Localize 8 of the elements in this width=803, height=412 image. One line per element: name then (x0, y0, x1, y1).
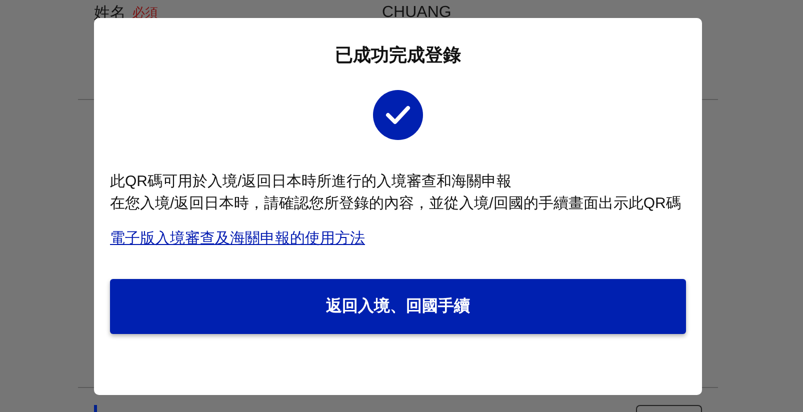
checkmark-icon (373, 90, 423, 140)
dialog-title: 已成功完成登錄 (334, 44, 462, 67)
help-link[interactable]: 電子版入境審查及海關申報的使用方法 (110, 229, 365, 248)
message-text: 在您入境/返回日本時，請確認您所登錄的內容，並從入境/回國的手續畫面出示此QR碼 (110, 194, 682, 214)
message-text: 此QR碼可用於入境/返回日本時所進行的入境審查和海關申報 (110, 172, 513, 192)
return-button[interactable]: 返回入境、回國手續 (110, 279, 686, 334)
field-value: CHUANG (382, 4, 452, 22)
section-accent (94, 405, 97, 412)
